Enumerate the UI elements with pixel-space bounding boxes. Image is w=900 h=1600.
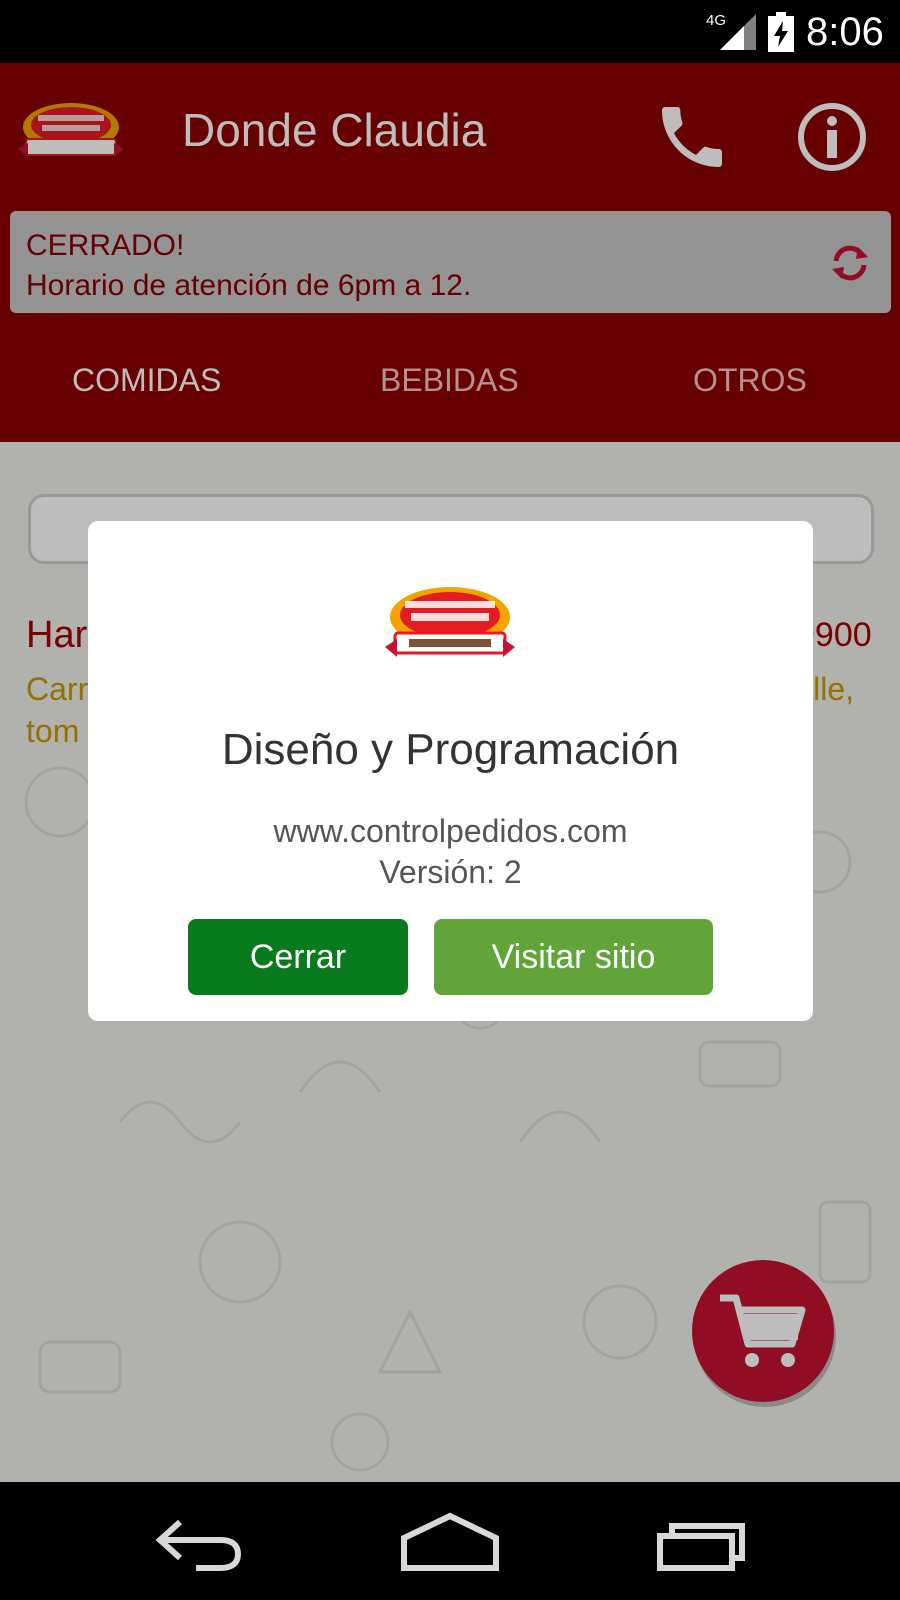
back-icon [155,1519,242,1571]
home-button[interactable] [390,1502,510,1582]
battery-icon [768,12,794,52]
close-button[interactable]: Cerrar [188,919,408,995]
back-button[interactable] [140,1502,260,1582]
recents-icon [657,1523,745,1571]
signal-icon [720,14,756,50]
clock: 8:06 [806,10,884,54]
about-dialog: Diseño y Programación www.controlpedidos… [88,521,813,1021]
status-bar: 4G 8:06 [0,0,900,63]
dialog-logo [385,587,515,657]
dialog-title: Diseño y Programación [221,725,680,774]
home-icon [401,1512,499,1571]
recents-button[interactable] [640,1502,760,1582]
dialog-website: www.controlpedidos.com [273,813,628,849]
visit-site-button[interactable]: Visitar sitio [434,919,713,995]
dialog-version: Versión: 2 [379,854,522,890]
navigation-bar [0,1482,900,1600]
